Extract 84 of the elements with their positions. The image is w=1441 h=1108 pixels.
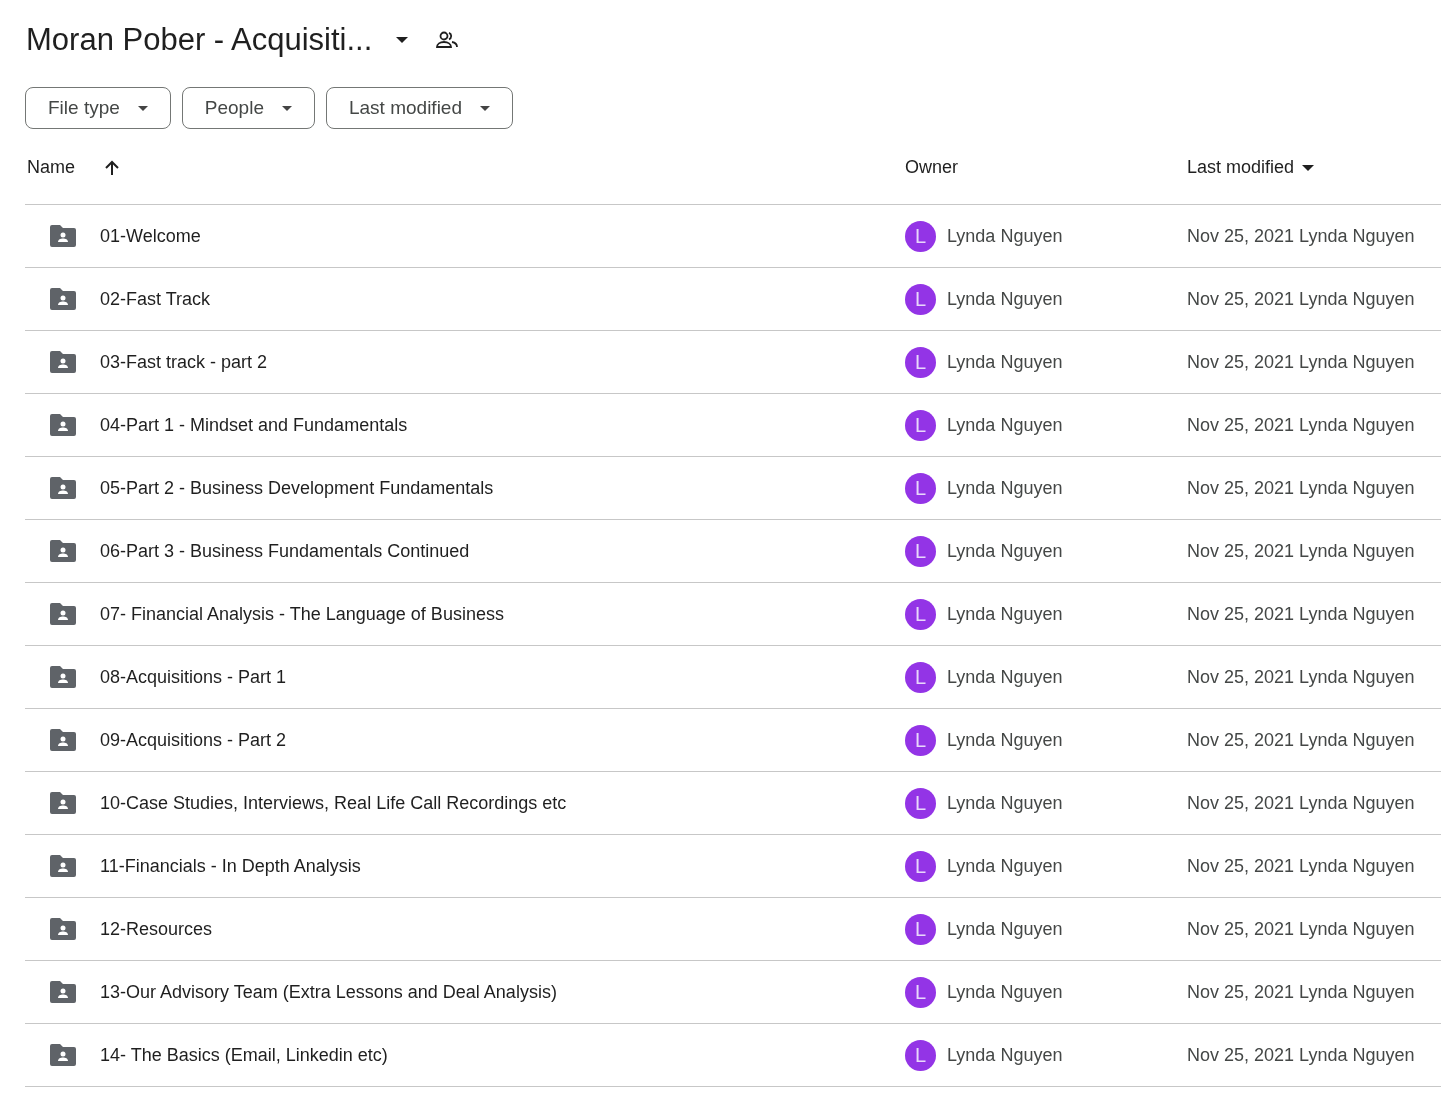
filter-chip[interactable]: File type <box>25 87 171 129</box>
folder-name[interactable]: 09-Acquisitions - Part 2 <box>100 729 287 751</box>
shared-folder-icon <box>50 792 76 814</box>
folder-name[interactable]: 03-Fast track - part 2 <box>100 351 268 373</box>
shared-folder-icon <box>50 540 76 562</box>
shared-folder-icon <box>50 603 76 625</box>
last-modified-text: Nov 25, 2021 Lynda Nguyen <box>1187 477 1415 499</box>
shared-folder-icon <box>50 288 76 310</box>
last-modified-text: Nov 25, 2021 Lynda Nguyen <box>1187 918 1415 940</box>
owner-name: Lynda Nguyen <box>947 540 1063 562</box>
column-header[interactable]: Owner <box>905 157 958 178</box>
folder-name[interactable]: 12-Resources <box>100 918 213 940</box>
folder-name[interactable]: 02-Fast Track <box>100 288 211 310</box>
owner-avatar: L <box>905 976 936 1008</box>
folder-name[interactable]: 14- The Basics (Email, Linkedin etc) <box>100 1044 388 1066</box>
filter-chip[interactable]: Last modified <box>326 87 513 129</box>
shared-folder-icon <box>50 1044 76 1066</box>
owner-name: Lynda Nguyen <box>947 918 1063 940</box>
owner-name: Lynda Nguyen <box>947 603 1063 625</box>
owner-avatar: L <box>905 598 936 630</box>
folder-name[interactable]: 10-Case Studies, Interviews, Real Life Call Recordings etc <box>100 792 567 814</box>
folder-name[interactable]: 13-Our Advisory Team (Extra Lessons and Deal Analysis) <box>100 981 557 1003</box>
owner-avatar: L <box>905 1039 936 1071</box>
last-modified-text: Nov 25, 2021 Lynda Nguyen <box>1187 603 1415 625</box>
caret-icon[interactable] <box>137 105 148 111</box>
folder-name[interactable]: 04-Part 1 - Mindset and Fundamentals <box>100 414 408 436</box>
last-modified-text: Nov 25, 2021 Lynda Nguyen <box>1187 225 1415 247</box>
owner-name: Lynda Nguyen <box>947 855 1063 877</box>
owner-name: Lynda Nguyen <box>947 981 1063 1003</box>
last-modified-text: Nov 25, 2021 Lynda Nguyen <box>1187 855 1415 877</box>
owner-avatar: L <box>905 661 936 693</box>
folder-name[interactable]: 01-Welcome <box>100 225 201 247</box>
owner-name: Lynda Nguyen <box>947 792 1063 814</box>
column-header[interactable]: Last modified <box>1187 157 1295 178</box>
shared-folder-icon <box>50 855 76 877</box>
caret-icon[interactable] <box>282 105 292 111</box>
folder-name[interactable]: 05-Part 2 - Business Development Fundamentals <box>100 477 494 499</box>
owner-name: Lynda Nguyen <box>947 288 1063 310</box>
shared-folder-icon <box>50 729 76 751</box>
owner-avatar: L <box>905 535 936 567</box>
shared-folder-icon <box>50 351 76 373</box>
shared-folder-icon <box>50 477 76 499</box>
owner-name: Lynda Nguyen <box>947 351 1063 373</box>
owner-avatar: L <box>905 283 936 315</box>
shared-folder-icon <box>50 666 76 688</box>
owner-name: Lynda Nguyen <box>947 477 1063 499</box>
owner-avatar: L <box>905 913 936 945</box>
owner-name: Lynda Nguyen <box>947 414 1063 436</box>
folder-title: Moran Pober - Acquisiti... <box>26 22 373 58</box>
owner-avatar: L <box>905 472 936 504</box>
folder-name[interactable]: 08-Acquisitions - Part 1 <box>100 666 287 688</box>
column-header[interactable]: Name <box>27 157 75 178</box>
last-modified-text: Nov 25, 2021 Lynda Nguyen <box>1187 351 1415 373</box>
folder-name[interactable]: 06-Part 3 - Business Fundamentals Continued <box>100 540 470 562</box>
last-modified-text: Nov 25, 2021 Lynda Nguyen <box>1187 540 1415 562</box>
last-modified-text: Nov 25, 2021 Lynda Nguyen <box>1187 1044 1415 1066</box>
last-modified-text: Nov 25, 2021 Lynda Nguyen <box>1187 729 1415 751</box>
folder-name[interactable]: 11-Financials - In Depth Analysis <box>100 855 361 877</box>
caret-icon[interactable] <box>396 37 409 43</box>
owner-avatar: L <box>905 346 936 378</box>
owner-name: Lynda Nguyen <box>947 1044 1063 1066</box>
owner-avatar: L <box>905 724 936 756</box>
last-modified-text: Nov 25, 2021 Lynda Nguyen <box>1187 792 1415 814</box>
filter-chip[interactable]: People <box>181 87 315 129</box>
caret-icon[interactable] <box>1302 164 1315 171</box>
shared-folder-icon <box>50 981 76 1003</box>
shared-folder-icon <box>50 414 76 436</box>
folder-name[interactable]: 07- Financial Analysis - The Language of Business <box>100 603 504 625</box>
last-modified-text: Nov 25, 2021 Lynda Nguyen <box>1187 288 1415 310</box>
arrow-up-icon[interactable] <box>105 159 119 176</box>
owner-name: Lynda Nguyen <box>947 225 1063 247</box>
last-modified-text: Nov 25, 2021 Lynda Nguyen <box>1187 981 1415 1003</box>
shared-folder-icon <box>50 225 76 247</box>
shared-folder-icon <box>50 918 76 940</box>
owner-name: Lynda Nguyen <box>947 729 1063 751</box>
owner-avatar: L <box>905 787 936 819</box>
owner-name: Lynda Nguyen <box>947 666 1063 688</box>
people-icon[interactable] <box>436 31 459 49</box>
last-modified-text: Nov 25, 2021 Lynda Nguyen <box>1187 414 1415 436</box>
owner-avatar: L <box>905 850 936 882</box>
last-modified-text: Nov 25, 2021 Lynda Nguyen <box>1187 666 1415 688</box>
caret-icon[interactable] <box>480 105 490 111</box>
owner-avatar: L <box>905 409 936 441</box>
owner-avatar: L <box>905 220 936 252</box>
